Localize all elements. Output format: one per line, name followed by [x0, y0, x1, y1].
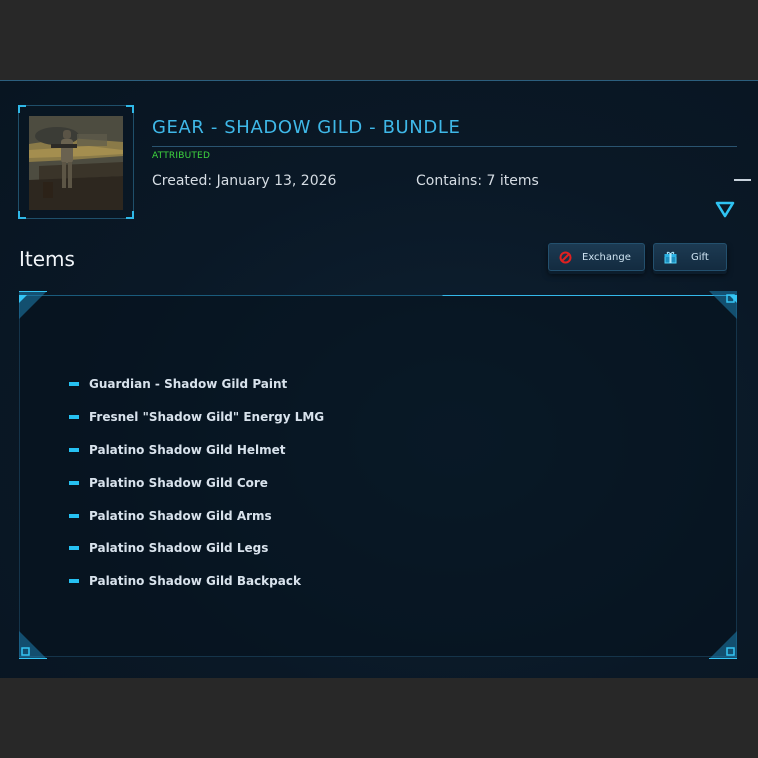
gift-button[interactable]: Gift	[653, 243, 727, 271]
bullet-icon	[69, 513, 79, 518]
bullet-icon	[69, 579, 79, 584]
corner-decoration-bottom-right	[709, 631, 737, 659]
item-label: Palatino Shadow Gild Backpack	[89, 574, 301, 589]
pledge-panel: GEAR - SHADOW GILD - BUNDLE ATTRIBUTED C…	[0, 80, 758, 678]
bullet-icon	[69, 382, 79, 387]
items-heading: Items	[19, 247, 75, 271]
list-item: Palatino Shadow Gild Core	[69, 466, 324, 499]
item-label: Palatino Shadow Gild Arms	[89, 508, 272, 523]
bundle-thumbnail-frame	[18, 105, 134, 219]
corner-decoration-top-right	[709, 291, 737, 319]
item-label: Guardian - Shadow Gild Paint	[89, 377, 288, 392]
corner-decoration-bottom-left	[19, 631, 47, 659]
exchange-label: Exchange	[582, 251, 631, 263]
corner-decoration-top-left	[19, 291, 47, 319]
exchange-button[interactable]: Exchange	[548, 243, 645, 271]
items-list: Guardian - Shadow Gild Paint Fresnel "Sh…	[69, 368, 324, 598]
gift-label: Gift	[691, 251, 709, 263]
list-item: Palatino Shadow Gild Backpack	[69, 565, 324, 598]
item-label: Palatino Shadow Gild Legs	[89, 541, 269, 556]
item-label: Palatino Shadow Gild Core	[89, 475, 268, 490]
bullet-icon	[69, 480, 79, 485]
list-item: Palatino Shadow Gild Helmet	[69, 434, 324, 467]
bullet-icon	[69, 447, 79, 452]
minus-icon[interactable]	[734, 179, 751, 181]
bundle-title: GEAR - SHADOW GILD - BUNDLE	[152, 117, 461, 138]
list-item: Guardian - Shadow Gild Paint	[69, 368, 324, 401]
item-label: Palatino Shadow Gild Helmet	[89, 442, 286, 457]
gift-icon	[664, 251, 677, 264]
status-badge: ATTRIBUTED	[152, 151, 211, 161]
item-count: Contains: 7 items	[416, 173, 539, 189]
bullet-icon	[69, 546, 79, 551]
list-item: Palatino Shadow Gild Legs	[69, 532, 324, 565]
bullet-icon	[69, 415, 79, 420]
chevron-down-icon[interactable]	[714, 199, 736, 219]
bundle-thumbnail-image	[29, 116, 123, 210]
list-item: Fresnel "Shadow Gild" Energy LMG	[69, 401, 324, 434]
exchange-icon	[559, 251, 572, 264]
created-date: Created: January 13, 2026	[152, 173, 337, 189]
item-label: Fresnel "Shadow Gild" Energy LMG	[89, 410, 325, 425]
list-top-border	[19, 295, 737, 296]
list-item: Palatino Shadow Gild Arms	[69, 499, 324, 532]
title-divider	[152, 146, 737, 147]
